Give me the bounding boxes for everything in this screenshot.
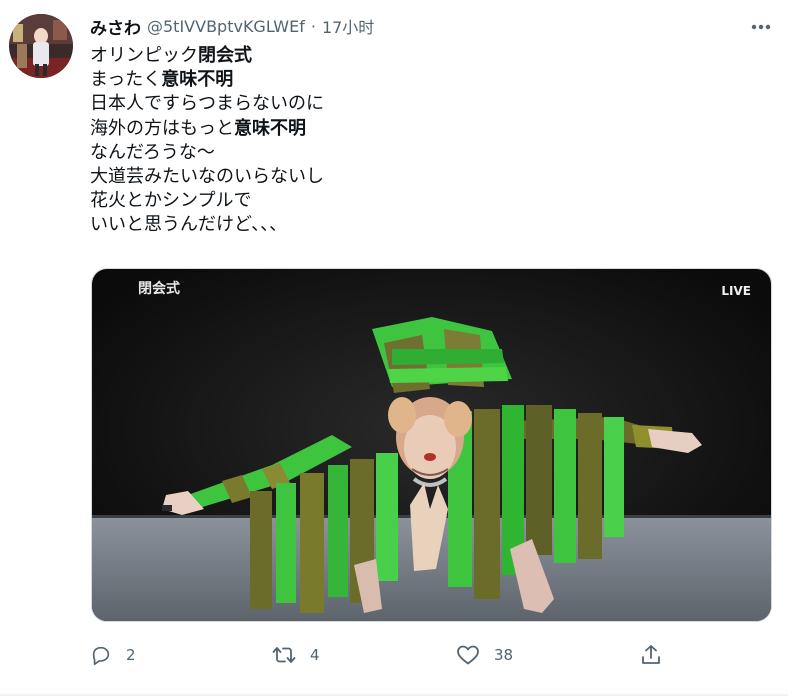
tweet-line: オリンピック閉会式: [90, 45, 252, 66]
tweet-line: 花火とかシンプルで: [90, 190, 252, 212]
more-horizontal-icon: [751, 24, 771, 30]
tweet-line: 大道芸みたいなのいらないし: [90, 165, 324, 187]
tweet-line: まったく意味不明: [90, 69, 234, 91]
like-button[interactable]: 38: [456, 640, 513, 670]
tweet-card[interactable]: みさわ @5tIVVBptvKGLWEf · 17小时 オリンピック閉会式 まっ…: [0, 0, 788, 696]
tweet-line: 日本人ですらつまらないのに: [90, 93, 324, 115]
user-handle[interactable]: @5tIVVBptvKGLWEf: [147, 17, 305, 36]
like-count: 38: [494, 646, 514, 664]
share-icon: [642, 645, 660, 664]
tweet-line: なんだろうな～: [90, 141, 215, 163]
share-button[interactable]: [640, 640, 662, 670]
reply-count: 2: [126, 646, 136, 664]
tweet-text: オリンピック閉会式 まったく意味不明 日本人ですらつまらないのに 海外の方はもっ…: [90, 44, 730, 238]
avatar[interactable]: [9, 14, 73, 78]
reply-icon: [92, 646, 110, 665]
timestamp[interactable]: 17小时: [322, 14, 374, 38]
retweet-button[interactable]: 4: [272, 640, 320, 670]
retweet-count: 4: [310, 646, 320, 664]
performer-photo: [92, 269, 771, 621]
display-name[interactable]: みさわ: [90, 14, 141, 39]
tweet-header: みさわ @5tIVVBptvKGLWEf · 17小时: [90, 14, 374, 39]
tweet-media-photo[interactable]: 閉会式 LIVE: [91, 268, 772, 622]
reply-button[interactable]: 2: [90, 640, 136, 670]
tweet-line: 海外の方はもっと意味不明: [90, 117, 306, 139]
tweet-actions: 2 4 38: [90, 640, 670, 670]
live-badge: LIVE: [721, 284, 751, 298]
broadcast-title: 閉会式: [138, 281, 180, 297]
tweet-line: いいと思うんだけど、、、: [90, 214, 288, 236]
retweet-icon: [272, 647, 296, 663]
heart-icon: [457, 645, 479, 665]
avatar-image: [9, 14, 73, 78]
separator-dot: ·: [310, 16, 316, 36]
more-options-button[interactable]: [748, 14, 774, 40]
